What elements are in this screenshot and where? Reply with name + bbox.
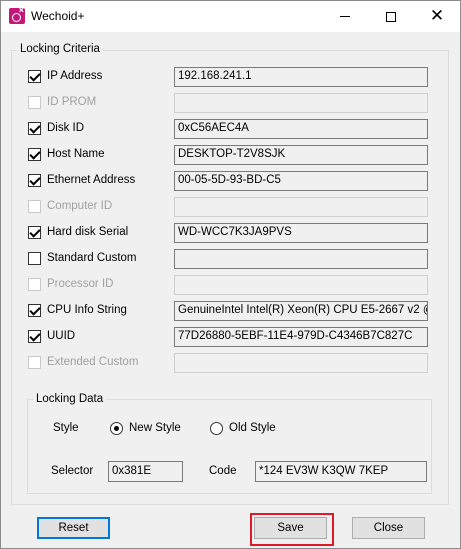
id-prom-field: [174, 93, 428, 113]
processor-id-label: Processor ID: [47, 278, 114, 290]
code-label: Code: [209, 465, 237, 477]
criteria-row-ip-address: IP Address: [28, 67, 168, 87]
close-icon: ✕: [429, 6, 445, 26]
code-field[interactable]: *124 EV3W K3QW 7KEP: [255, 461, 427, 482]
old-style-radio[interactable]: [210, 422, 223, 435]
maximize-button[interactable]: [368, 1, 414, 32]
close-button[interactable]: Close: [352, 517, 425, 539]
computer-id-checkbox: [28, 200, 41, 213]
cpu-info-string-checkbox[interactable]: [28, 304, 41, 317]
processor-id-checkbox: [28, 278, 41, 291]
uuid-checkbox[interactable]: [28, 330, 41, 343]
computer-id-field: [174, 197, 428, 217]
minimize-icon: [340, 16, 350, 17]
disk-id-label[interactable]: Disk ID: [47, 122, 84, 134]
uuid-label[interactable]: UUID: [47, 330, 75, 342]
locking-criteria-legend: Locking Criteria: [17, 43, 103, 55]
close-window-button[interactable]: ✕: [414, 1, 460, 32]
cpu-info-string-label[interactable]: CPU Info String: [47, 304, 127, 316]
old-style-label[interactable]: Old Style: [229, 422, 276, 434]
hard-disk-serial-checkbox[interactable]: [28, 226, 41, 239]
new-style-radio[interactable]: [110, 422, 123, 435]
ip-address-label[interactable]: IP Address: [47, 70, 102, 82]
window-title: Wechoid+: [31, 9, 85, 23]
criteria-row-processor-id: Processor ID: [28, 275, 168, 295]
new-style-label[interactable]: New Style: [129, 422, 181, 434]
criteria-row-disk-id: Disk ID: [28, 119, 168, 139]
hard-disk-serial-label[interactable]: Hard disk Serial: [47, 226, 128, 238]
disk-id-field[interactable]: 0xC56AEC4A: [174, 119, 428, 139]
uuid-field[interactable]: 77D26880-5EBF-11E4-979D-C4346B7C827C: [174, 327, 428, 347]
extended-custom-field: [174, 353, 428, 373]
id-prom-checkbox: [28, 96, 41, 109]
ethernet-address-field[interactable]: 00-05-5D-93-BD-C5: [174, 171, 428, 191]
computer-id-label: Computer ID: [47, 200, 113, 212]
ip-address-field[interactable]: 192.168.241.1: [174, 67, 428, 87]
maximize-icon: [386, 11, 396, 22]
criteria-row-computer-id: Computer ID: [28, 197, 168, 217]
title-bar[interactable]: Wechoid+ ✕: [1, 1, 460, 32]
hard-disk-serial-field[interactable]: WD-WCC7K3JA9PVS: [174, 223, 428, 243]
selector-field[interactable]: 0x381E: [108, 461, 183, 482]
id-prom-label: ID PROM: [47, 96, 97, 108]
selector-label: Selector: [51, 465, 94, 477]
cpu-info-string-field[interactable]: GenuineIntel Intel(R) Xeon(R) CPU E5-266…: [174, 301, 428, 321]
reset-button[interactable]: Reset: [37, 517, 110, 539]
save-highlight-box: [250, 513, 334, 546]
host-name-field[interactable]: DESKTOP-T2V8SJK: [174, 145, 428, 165]
style-label: Style: [53, 422, 79, 434]
locking-data-legend: Locking Data: [33, 393, 107, 405]
ip-address-checkbox[interactable]: [28, 70, 41, 83]
criteria-row-id-prom: ID PROM: [28, 93, 168, 113]
criteria-row-standard-custom: Standard Custom: [28, 249, 168, 269]
criteria-row-cpu-info-string: CPU Info String: [28, 301, 168, 321]
extended-custom-label: Extended Custom: [47, 356, 139, 368]
ethernet-address-label[interactable]: Ethernet Address: [47, 174, 135, 186]
disk-id-checkbox[interactable]: [28, 122, 41, 135]
host-name-label[interactable]: Host Name: [47, 148, 105, 160]
processor-id-field: [174, 275, 428, 295]
criteria-row-host-name: Host Name: [28, 145, 168, 165]
criteria-row-extended-custom: Extended Custom: [28, 353, 168, 373]
criteria-row-uuid: UUID: [28, 327, 168, 347]
standard-custom-field[interactable]: [174, 249, 428, 269]
criteria-row-hard-disk-serial: Hard disk Serial: [28, 223, 168, 243]
host-name-checkbox[interactable]: [28, 148, 41, 161]
standard-custom-checkbox[interactable]: [28, 252, 41, 265]
ethernet-address-checkbox[interactable]: [28, 174, 41, 187]
app-logo-icon: [9, 5, 25, 24]
extended-custom-checkbox: [28, 356, 41, 369]
criteria-row-ethernet-address: Ethernet Address: [28, 171, 168, 191]
standard-custom-label[interactable]: Standard Custom: [47, 252, 137, 264]
app-window: Wechoid+ ✕ Locking Criteria IP Address 19…: [0, 0, 461, 549]
minimize-button[interactable]: [322, 1, 368, 32]
